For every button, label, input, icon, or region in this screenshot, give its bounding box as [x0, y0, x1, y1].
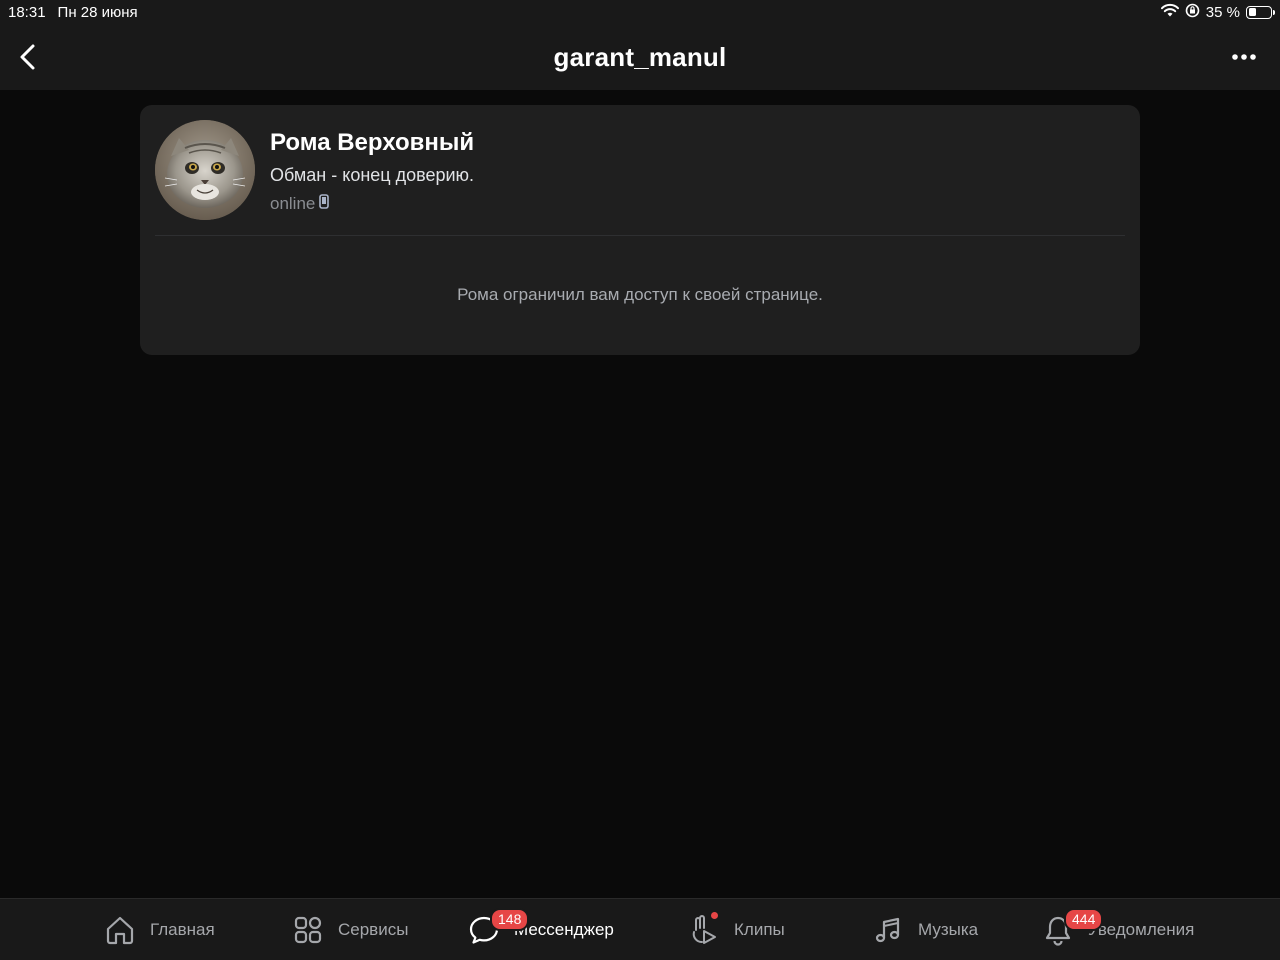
orientation-lock-icon [1185, 3, 1200, 22]
profile-card: Рома Верховный Обман - конец доверию. on… [140, 105, 1140, 355]
access-restricted-message: Рома ограничил вам доступ к своей страни… [457, 285, 823, 304]
clips-new-dot [711, 912, 718, 919]
status-bar: 18:31 Пн 28 июня 35 % [0, 0, 1280, 24]
clips-icon [688, 912, 720, 946]
status-time: 18:31 [8, 3, 46, 21]
messenger-icon: 148 [468, 908, 530, 946]
avatar[interactable] [155, 120, 255, 220]
tab-home[interactable]: Главная [104, 913, 215, 947]
chevron-left-icon [20, 44, 35, 70]
tab-notifications[interactable]: 444 Уведомления [1042, 908, 1195, 947]
online-indicator: online [270, 194, 330, 214]
online-label: online [270, 194, 316, 213]
tab-label-notifications: Уведомления [1088, 920, 1195, 939]
more-button[interactable] [1226, 42, 1262, 72]
tab-music[interactable]: Музыка [872, 913, 978, 947]
mobile-phone-icon [319, 194, 330, 214]
divider [155, 235, 1125, 236]
services-icon [292, 914, 324, 946]
tab-bar: Главная Сервисы 148 Мессенджер Клипы Муз… [0, 898, 1280, 960]
tab-label-clips: Клипы [734, 920, 785, 939]
bell-icon: 444 [1042, 908, 1104, 946]
tab-services[interactable]: Сервисы [292, 913, 408, 947]
status-date: Пн 28 июня [57, 3, 138, 21]
page-title: garant_manul [553, 41, 727, 72]
wifi-icon [1160, 3, 1179, 21]
tab-label-services: Сервисы [338, 920, 409, 939]
tab-clips[interactable]: Клипы [688, 912, 785, 947]
battery-percent: 35 % [1205, 3, 1240, 21]
tab-label-music: Музыка [918, 920, 979, 939]
messenger-badge: 148 [490, 908, 530, 931]
tab-label-home: Главная [150, 920, 215, 939]
back-button[interactable] [10, 39, 46, 75]
notifications-badge: 444 [1064, 908, 1104, 931]
profile-name: Рома Верховный [270, 129, 475, 156]
tab-label-messenger: Мессенджер [514, 920, 614, 939]
tab-messenger[interactable]: 148 Мессенджер [468, 908, 614, 947]
battery-fill [1248, 8, 1256, 16]
music-icon [872, 914, 904, 946]
more-horizontal-icon [1232, 54, 1256, 60]
header: garant_manul [0, 24, 1280, 90]
profile-status-text: Обман - конец доверию. [270, 165, 475, 185]
home-icon [104, 914, 136, 946]
battery-icon [1246, 5, 1275, 19]
manul-photo [155, 120, 255, 220]
